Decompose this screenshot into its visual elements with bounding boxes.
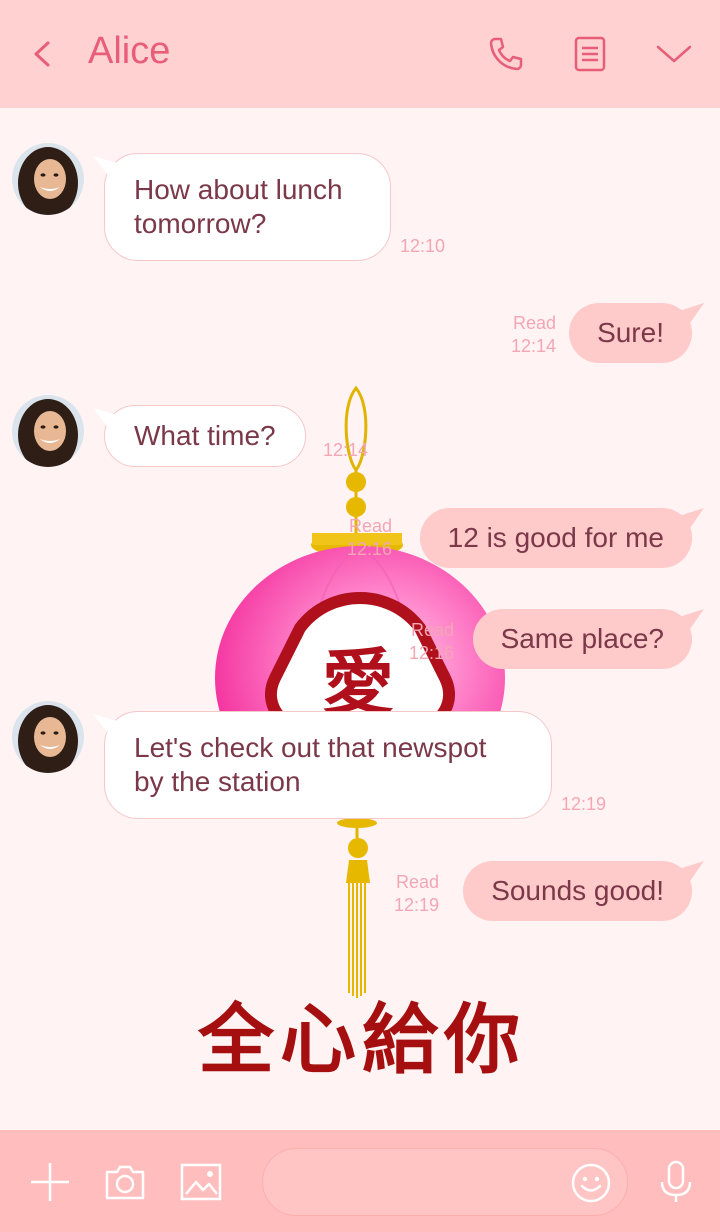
image-icon[interactable] [179,1160,223,1204]
message-bubble-outgoing[interactable]: Same place? [472,609,692,669]
message-input-bar [0,1130,720,1232]
message-text: Same place? [500,623,664,654]
camera-icon[interactable] [103,1160,147,1204]
slogan-text: 全心給你 [197,995,526,1084]
message-text: Let's check out that newspot by the stat… [134,732,487,797]
chevron-left-icon[interactable] [28,36,56,72]
contact-avatar[interactable] [12,395,84,467]
message-bubble-outgoing[interactable]: Sounds good! [463,861,692,921]
message-timestamp: 12:10 [400,236,446,256]
message-read-status: Read 12:16 [346,516,392,559]
message-text: Sounds good! [491,875,664,906]
message-timestamp: 12:14 [323,440,369,460]
message-text: Sure! [597,317,664,348]
message-text: 12 is good for me [447,522,664,553]
avatar-photo-icon [12,143,84,215]
microphone-icon[interactable] [654,1160,698,1204]
chat-header: Alice [0,0,720,108]
contact-avatar[interactable] [12,143,84,215]
message-bubble-outgoing[interactable]: Sure! [569,303,692,363]
message-input-field[interactable] [262,1148,628,1216]
plus-icon[interactable] [28,1160,72,1204]
message-text: How about lunch tomorrow? [134,174,343,239]
message-text: What time? [134,420,276,451]
message-read-status: Read 12:14 [510,313,556,356]
emoji-icon[interactable] [569,1161,613,1205]
message-timestamp: 12:19 [561,794,607,814]
message-read-status: Read 12:16 [408,620,454,663]
chat-area[interactable]: 愛 全心給你 How about lunch tomorrow? 12:10 R… [0,108,720,1130]
phone-icon[interactable] [486,34,526,74]
message-bubble-incoming[interactable]: Let's check out that newspot by the stat… [104,711,552,819]
avatar-photo-icon [12,395,84,467]
avatar-photo-icon [12,701,84,773]
chat-title[interactable]: Alice [88,30,170,73]
contact-avatar[interactable] [12,701,84,773]
chevron-down-icon[interactable] [654,34,694,74]
message-bubble-incoming[interactable]: What time? [104,405,306,467]
notes-icon[interactable] [570,34,610,74]
message-read-status: Read 12:19 [393,872,439,915]
message-bubble-outgoing[interactable]: 12 is good for me [419,508,692,568]
message-bubble-incoming[interactable]: How about lunch tomorrow? [104,153,391,261]
